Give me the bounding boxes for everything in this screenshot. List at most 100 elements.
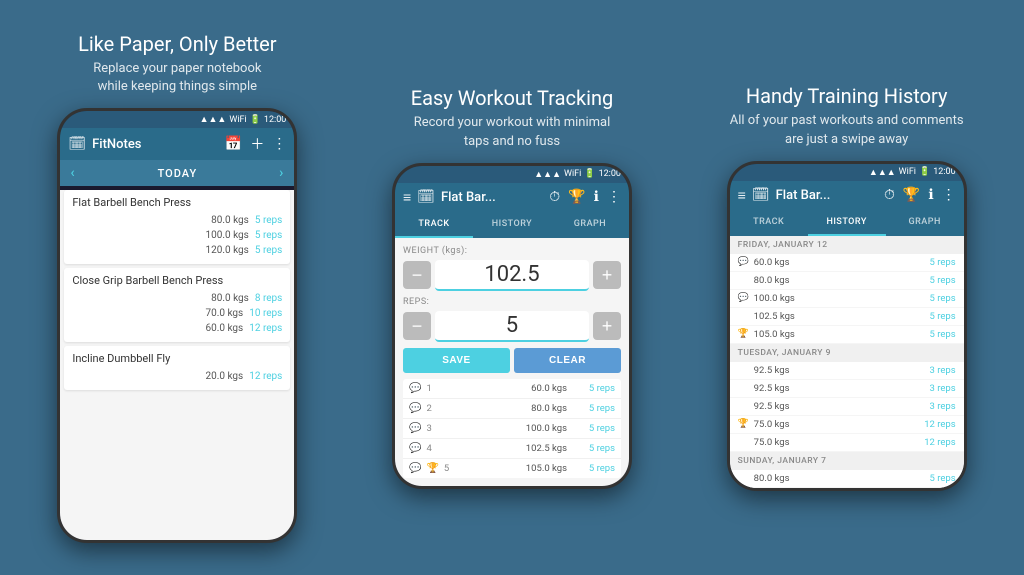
reps-increase-button[interactable]: +: [593, 312, 621, 340]
status-bar-2: ▲▲▲ WiFi 🔋 12:00: [395, 166, 629, 183]
app-logo-icon: 🗓: [417, 189, 435, 205]
weight-increase-button[interactable]: +: [593, 261, 621, 289]
history-reps: 12 reps: [916, 437, 956, 448]
history-weight: 80.0 kgs: [752, 275, 916, 286]
history-row: 92.5 kgs 3 reps: [730, 362, 964, 380]
history-reps: 5 reps: [916, 473, 956, 484]
chat-icon: 💬: [409, 403, 421, 414]
history-weight: 105.0 kgs: [752, 329, 916, 340]
info-icon[interactable]: ℹ: [594, 189, 599, 205]
wifi-icon: WiFi: [229, 115, 246, 125]
menu-hamburger-icon[interactable]: ≡: [738, 187, 746, 204]
trophy-badge-icon: 🏆: [426, 463, 438, 474]
history-reps: 3 reps: [916, 383, 956, 394]
set-number: 1: [426, 383, 440, 394]
set-row-4: 💬 4 102.5 kgs 5 reps: [403, 439, 621, 459]
trophy-icon[interactable]: 🏆: [903, 187, 920, 203]
panel-3-subtext: All of your past workouts and commentsar…: [730, 112, 964, 148]
history-weight: 100.0 kgs: [752, 293, 916, 304]
trophy-icon[interactable]: 🏆: [568, 189, 585, 205]
overflow-icon[interactable]: ⋮: [607, 189, 621, 205]
exercise-group-2: Close Grip Barbell Bench Press 80.0 kgs …: [64, 268, 290, 342]
calendar-icon[interactable]: 📅: [225, 136, 242, 152]
set-row-3: 💬 3 100.0 kgs 5 reps: [403, 419, 621, 439]
exercise-name-1: Flat Barbell Bench Press: [72, 196, 282, 209]
timer-icon[interactable]: ⏱: [884, 187, 895, 203]
menu-icon[interactable]: ⋮: [272, 136, 286, 152]
prev-arrow[interactable]: ‹: [70, 165, 75, 181]
tab-track[interactable]: TRACK: [395, 212, 473, 238]
overflow-icon[interactable]: ⋮: [942, 187, 956, 203]
tab-bar-2: TRACK HISTORY GRAPH: [395, 212, 629, 238]
clear-button[interactable]: CLEAR: [514, 348, 621, 373]
set-reps: 5 reps: [575, 383, 615, 394]
weight-value: 70.0 kgs: [205, 308, 243, 319]
menu-hamburger-icon[interactable]: ≡: [403, 189, 411, 206]
weight-decrease-button[interactable]: −: [403, 261, 431, 289]
reps-value-display: 5: [435, 311, 589, 342]
chat-icon: 💬: [409, 383, 421, 394]
chat-icon: 💬: [409, 423, 421, 434]
history-row: 🏆 105.0 kgs 5 reps: [730, 326, 964, 344]
set-weight: 60.0 kgs: [440, 383, 575, 394]
trophy-icon: 🏆: [738, 329, 752, 339]
set-row: 80.0 kgs 8 reps: [72, 291, 282, 306]
weight-value-display: 102.5: [435, 260, 589, 291]
next-arrow[interactable]: ›: [279, 165, 284, 181]
time-display-1: 12:00: [264, 115, 286, 125]
battery-icon: 🔋: [584, 169, 595, 179]
reps-value: 5 reps: [255, 245, 282, 256]
set-number: 5: [444, 463, 458, 474]
history-weight: 102.5 kgs: [752, 311, 916, 322]
today-label: TODAY: [158, 167, 198, 180]
history-row: 80.0 kgs 5 reps: [730, 470, 964, 488]
signal-icon: ▲▲▲: [869, 167, 896, 178]
tab-history-3[interactable]: HISTORY: [808, 210, 886, 236]
reps-decrease-button[interactable]: −: [403, 312, 431, 340]
toolbar-actions-1: 📅 ＋ ⋮: [225, 134, 286, 154]
action-buttons: SAVE CLEAR: [403, 348, 621, 373]
set-row: 60.0 kgs 12 reps: [72, 321, 282, 336]
set-weight: 80.0 kgs: [440, 403, 575, 414]
add-icon[interactable]: ＋: [250, 134, 264, 154]
history-row: 💬 60.0 kgs 5 reps: [730, 254, 964, 272]
history-row: 80.0 kgs 5 reps: [730, 272, 964, 290]
trophy-icon: 🏆: [738, 419, 752, 429]
tab-graph-3[interactable]: GRAPH: [886, 210, 964, 236]
exercise-name-3: Incline Dumbbell Fly: [72, 352, 282, 365]
timer-icon[interactable]: ⏱: [549, 189, 560, 205]
status-bar-1: ▲▲▲ WiFi 🔋 12:00: [60, 111, 294, 128]
set-weight: 105.0 kgs: [458, 463, 575, 474]
set-reps: 5 reps: [575, 423, 615, 434]
history-row: 💬 100.0 kgs 5 reps: [730, 290, 964, 308]
history-reps: 5 reps: [916, 293, 956, 304]
toolbar-2: ≡ 🗓 Flat Bar... ⏱ 🏆 ℹ ⋮: [395, 183, 629, 212]
set-reps: 5 reps: [575, 403, 615, 414]
save-button[interactable]: SAVE: [403, 348, 510, 373]
history-reps: 5 reps: [916, 257, 956, 268]
reps-value: 12 reps: [249, 371, 282, 382]
toolbar-actions-2: ⏱ 🏆 ℹ ⋮: [549, 189, 621, 205]
chat-icon: 💬: [738, 257, 752, 267]
time-display-3: 12:00: [933, 167, 955, 177]
panel-3-header: Handy Training History All of your past …: [730, 84, 964, 148]
set-row: 120.0 kgs 5 reps: [72, 243, 282, 258]
info-icon[interactable]: ℹ: [928, 187, 933, 203]
history-reps: 12 reps: [916, 419, 956, 430]
history-reps: 5 reps: [916, 275, 956, 286]
exercise-group-3: Incline Dumbbell Fly 20.0 kgs 12 reps: [64, 346, 290, 390]
tab-history[interactable]: HISTORY: [473, 212, 551, 238]
reps-value: 12 reps: [249, 323, 282, 334]
weight-value: 60.0 kgs: [205, 323, 243, 334]
reps-label: REPS:: [403, 297, 621, 307]
app-icon: 🗓: [68, 136, 86, 152]
set-reps: 5 reps: [575, 443, 615, 454]
tab-graph[interactable]: GRAPH: [551, 212, 629, 238]
set-weight: 100.0 kgs: [440, 423, 575, 434]
panel-2-subtext: Record your workout with minimaltaps and…: [411, 114, 614, 150]
history-date-3: SUNDAY, JANUARY 7: [730, 452, 964, 470]
weight-label: WEIGHT (kgs):: [403, 246, 621, 256]
set-row: 20.0 kgs 12 reps: [72, 369, 282, 384]
tab-track-3[interactable]: TRACK: [730, 210, 808, 236]
set-row-1: 💬 1 60.0 kgs 5 reps: [403, 379, 621, 399]
